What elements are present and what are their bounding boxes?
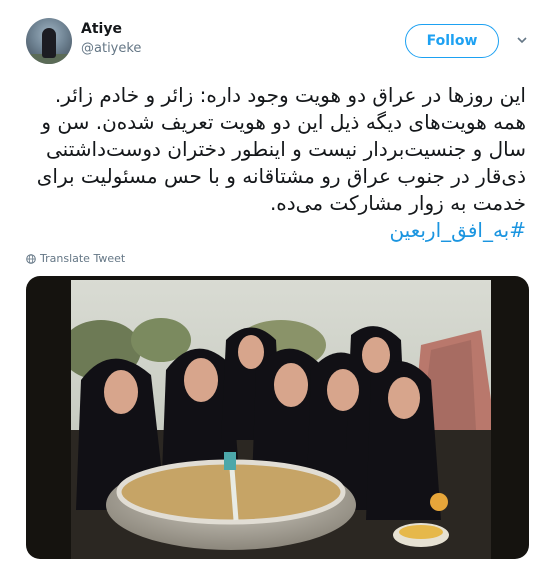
chevron-down-icon[interactable] <box>515 34 529 48</box>
tweet-photo[interactable] <box>26 276 529 559</box>
tweet-line: ذی‌قار در جنوب عراق رو مشتاقانه و با حس … <box>36 164 526 188</box>
follow-button[interactable]: Follow <box>405 24 499 58</box>
tweet-line: این روزها در عراق دو هویت وجود داره: زائ… <box>54 83 526 107</box>
hashtag-link[interactable]: #به_افق_اربعین <box>389 218 526 242</box>
tweet-line: سال و جنسیت‌بردار نیست و اینطور دختران د… <box>46 137 526 161</box>
tweet-line: همه هویت‌های دیگه ذیل این دو هویت تعریف … <box>41 110 526 134</box>
translate-label: Translate Tweet <box>40 252 126 265</box>
avatar[interactable] <box>26 18 72 64</box>
user-name[interactable]: Atiye <box>81 21 122 37</box>
translate-tweet-link[interactable]: Translate Tweet <box>26 252 125 265</box>
photo-image <box>71 280 491 559</box>
tweet-line: خدمت به زوار مشارکت می‌ده. <box>269 191 526 215</box>
user-handle[interactable]: @atiyeke <box>81 41 141 56</box>
globe-icon <box>26 253 36 264</box>
tweet-text: این روزها در عراق دو هویت وجود داره: زائ… <box>26 82 526 244</box>
